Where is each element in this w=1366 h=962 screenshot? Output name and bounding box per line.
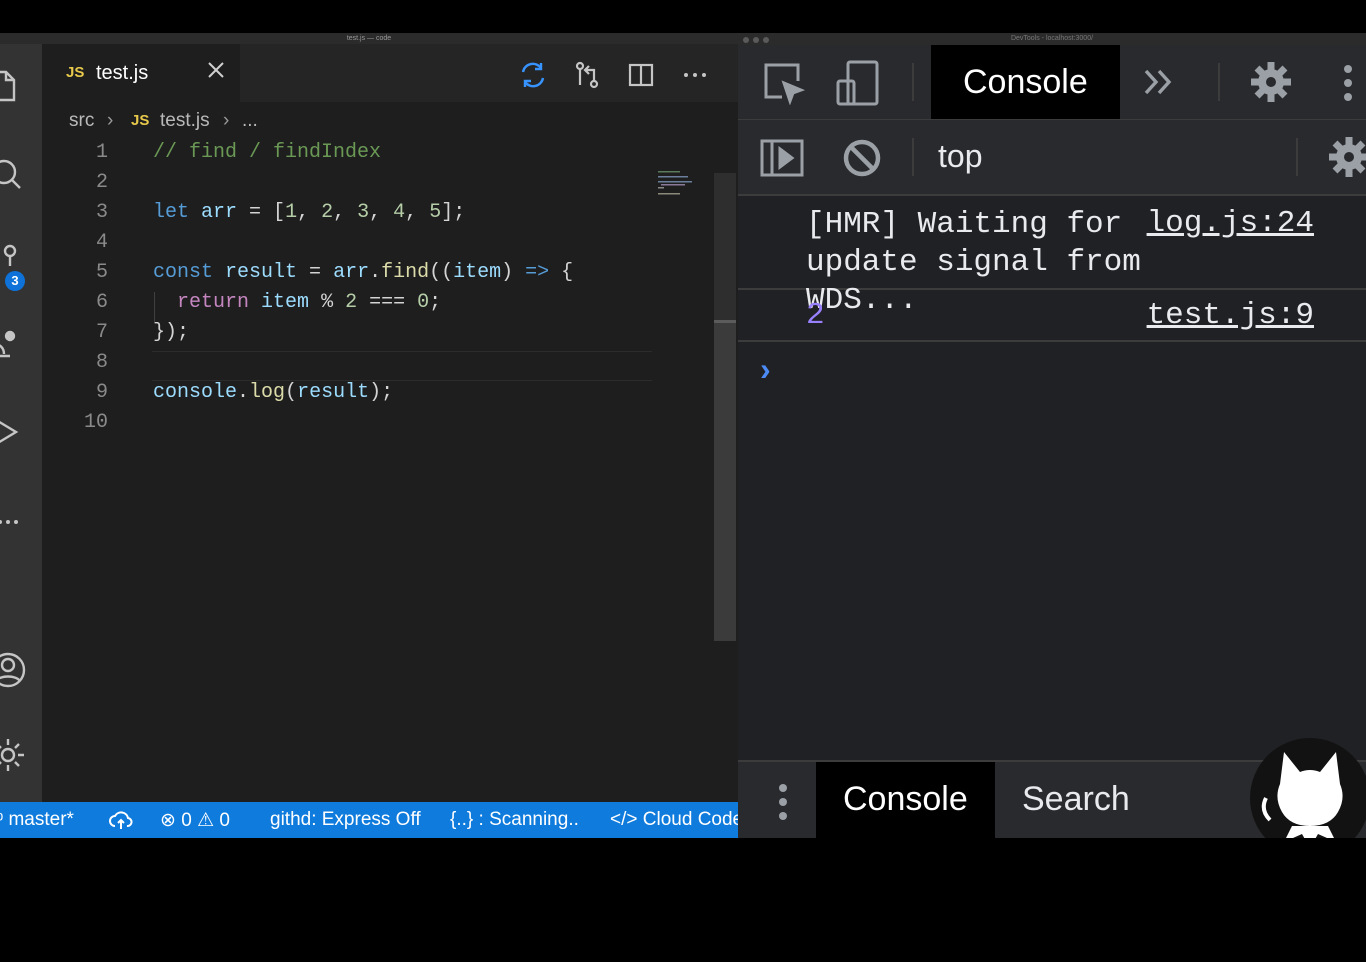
githd-status[interactable]: githd: Express Off — [270, 809, 421, 831]
console-source-link[interactable]: log.js:24 — [1147, 206, 1314, 241]
console-filter-bar: top — [738, 120, 1366, 196]
current-line-highlight — [152, 351, 652, 381]
vscode-window: test.js — code 3 JS test.js src › JS tes… — [0, 33, 738, 838]
open-changes-icon[interactable] — [572, 60, 602, 90]
line-number: 8 — [95, 351, 108, 374]
breadcrumb-folder[interactable]: src — [69, 110, 94, 132]
run-debug-icon[interactable] — [0, 412, 26, 452]
problems-status[interactable]: ⊗ 0 ⚠ 0 — [160, 809, 230, 832]
chevron-right-icon: › — [223, 110, 230, 131]
code-line-1: // find / findIndex — [153, 141, 382, 164]
js-file-icon: JS — [131, 112, 150, 129]
source-control-badge: 3 — [5, 271, 25, 291]
toolbar-separator — [912, 138, 914, 176]
tab-label: test.js — [96, 62, 149, 84]
line-number: 5 — [95, 261, 108, 284]
activity-bar: 3 — [0, 44, 42, 802]
scanning-status[interactable]: {..} : Scanning.. — [450, 809, 579, 831]
status-bar: ᵖ master* ⊗ 0 ⚠ 0 githd: Express Off {..… — [0, 802, 738, 838]
line-number: 4 — [95, 231, 108, 254]
clear-console-icon[interactable] — [842, 138, 882, 178]
tab-test-js[interactable]: JS test.js — [42, 44, 240, 102]
toolbar-separator — [912, 63, 914, 101]
toolbar-separator — [1218, 63, 1220, 101]
cat-mascot-icon — [1261, 752, 1343, 838]
breadcrumb: src › JS test.js › ... — [42, 102, 738, 140]
search-icon[interactable] — [0, 154, 26, 194]
line-number: 6 — [95, 291, 108, 314]
minimap[interactable] — [658, 171, 710, 197]
devtools-window: DevTools - localhost:3000/ Console top [… — [738, 33, 1366, 838]
cloud-upload-icon[interactable] — [108, 807, 134, 838]
scrollbar-track-top — [714, 173, 736, 321]
error-icon: ⊗ — [160, 810, 176, 831]
line-number: 3 — [95, 201, 108, 224]
line-number: 2 — [95, 171, 108, 194]
console-prompt-icon[interactable]: › — [760, 351, 771, 388]
more-tabs-chevron-icon[interactable] — [1142, 67, 1176, 97]
line-number: 9 — [95, 381, 108, 404]
devtools-window-title: DevTools - localhost:3000/ — [1010, 35, 1094, 42]
cloud-code-status[interactable]: </> Cloud Code — [610, 809, 738, 831]
devtools-titlebar: DevTools - localhost:3000/ — [738, 33, 1366, 45]
show-sidebar-icon[interactable] — [760, 138, 804, 178]
toolbar-separator — [1296, 138, 1298, 176]
tab-console[interactable]: Console — [931, 45, 1120, 119]
console-output-value: 2 — [806, 298, 825, 333]
settings-gear-icon[interactable] — [0, 735, 26, 775]
warning-icon: ⚠ — [197, 810, 215, 831]
drawer-tab-search[interactable]: Search — [1022, 780, 1130, 819]
webcam-avatar — [1250, 738, 1366, 838]
more-icon[interactable] — [0, 502, 26, 542]
line-number: 1 — [95, 141, 108, 164]
sync-changes-icon[interactable] — [518, 60, 548, 90]
close-icon[interactable] — [204, 58, 228, 82]
code-line-3: let arr = [1, 2, 3, 4, 5]; — [153, 201, 466, 224]
more-actions-icon[interactable] — [680, 60, 710, 90]
code-line-6: return item % 2 === 0; — [177, 291, 442, 314]
inspect-element-icon[interactable] — [762, 61, 806, 105]
window-title: test.js — code — [346, 35, 392, 42]
device-toolbar-icon[interactable] — [836, 59, 880, 107]
breadcrumb-more[interactable]: ... — [242, 110, 258, 132]
execution-context-select[interactable]: top — [938, 138, 982, 175]
explorer-files-icon[interactable] — [0, 66, 26, 106]
code-editor[interactable]: 1 2 3 4 5 6 7 8 9 10 // find / findIndex let arr … — [42, 140, 714, 802]
scrollbar-cursor-marker — [714, 320, 736, 323]
drawer-tab-console-label: Console — [843, 780, 968, 818]
git-branch-status[interactable]: ᵖ master* — [0, 809, 74, 831]
line-number: 7 — [95, 321, 108, 344]
customize-menu-icon[interactable] — [1342, 63, 1354, 103]
editor-tab-bar: JS test.js — [42, 44, 738, 102]
console-settings-gear-icon[interactable] — [1328, 136, 1366, 178]
code-line-9: console.log(result); — [153, 381, 394, 404]
devtools-main-toolbar: Console — [738, 45, 1366, 120]
console-source-link[interactable]: test.js:9 — [1147, 298, 1314, 333]
split-editor-icon[interactable] — [626, 60, 656, 90]
drawer-menu-icon[interactable] — [774, 782, 792, 822]
drawer-tab-console[interactable]: Console — [816, 762, 995, 838]
console-message: 2 test.js:9 — [738, 290, 1366, 342]
code-line-7: }); — [153, 321, 190, 344]
code-icon: </> — [610, 809, 638, 830]
console-message: [HMR] Waiting for update signal from WDS… — [738, 196, 1366, 318]
vscode-titlebar: test.js — code — [0, 33, 738, 44]
breadcrumb-file[interactable]: test.js — [160, 110, 210, 132]
settings-gear-icon[interactable] — [1250, 61, 1292, 103]
accounts-icon[interactable] — [0, 650, 26, 690]
remote-explorer-icon[interactable] — [0, 326, 26, 366]
js-file-icon: JS — [66, 64, 85, 81]
chevron-right-icon: › — [107, 110, 114, 131]
branch-icon: ᵖ — [0, 809, 3, 830]
tab-console-label: Console — [963, 63, 1088, 101]
code-line-5: const result = arr.find((item) => { — [153, 261, 574, 284]
line-number: 10 — [83, 411, 108, 434]
